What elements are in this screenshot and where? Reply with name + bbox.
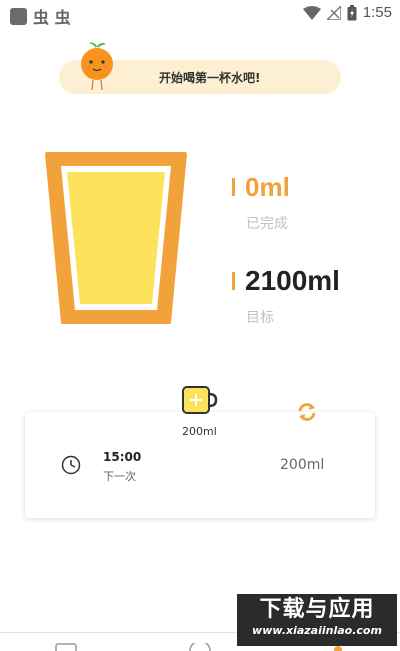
watermark: 下载与应用 www.xiazaiinlao.com <box>237 594 397 646</box>
next-reminder-amount[interactable]: 200ml <box>280 457 324 473</box>
status-right: 1:55 <box>302 4 392 21</box>
next-reminder-time[interactable]: 15:00 <box>103 450 141 464</box>
completed-marker <box>232 178 235 196</box>
water-cup-illustration <box>45 152 187 324</box>
watermark-main: 下载与应用 <box>259 597 375 622</box>
refresh-icon[interactable] <box>296 401 318 423</box>
target-value: 2100ml <box>245 265 340 296</box>
status-time: 1:55 <box>362 4 392 21</box>
next-reminder-label: 下一次 <box>103 470 136 483</box>
signal-off-icon <box>326 5 341 20</box>
completed-label: 已完成 <box>246 216 288 232</box>
target-label: 目标 <box>246 310 274 326</box>
orange-mascot-icon <box>81 42 113 91</box>
battery-charging-icon <box>347 4 357 20</box>
drink-amount-label[interactable]: 200ml <box>182 425 217 438</box>
app-notification-glyphs: 虫 虫 <box>33 8 71 27</box>
mug-plus-icon[interactable] <box>182 386 218 416</box>
target-marker <box>232 272 235 290</box>
wifi-icon <box>302 5 321 20</box>
status-bar: 虫 虫 1:55 <box>0 0 400 28</box>
notification-square-icon <box>10 7 27 25</box>
watermark-url: www.xiazaiinlao.com <box>252 624 382 637</box>
status-left: 虫 虫 <box>10 4 71 28</box>
banner-text: 开始喝第一杯水吧! <box>159 71 261 85</box>
clock-icon <box>61 455 81 475</box>
completed-value: 0ml <box>245 172 290 202</box>
cup-water <box>67 172 165 304</box>
